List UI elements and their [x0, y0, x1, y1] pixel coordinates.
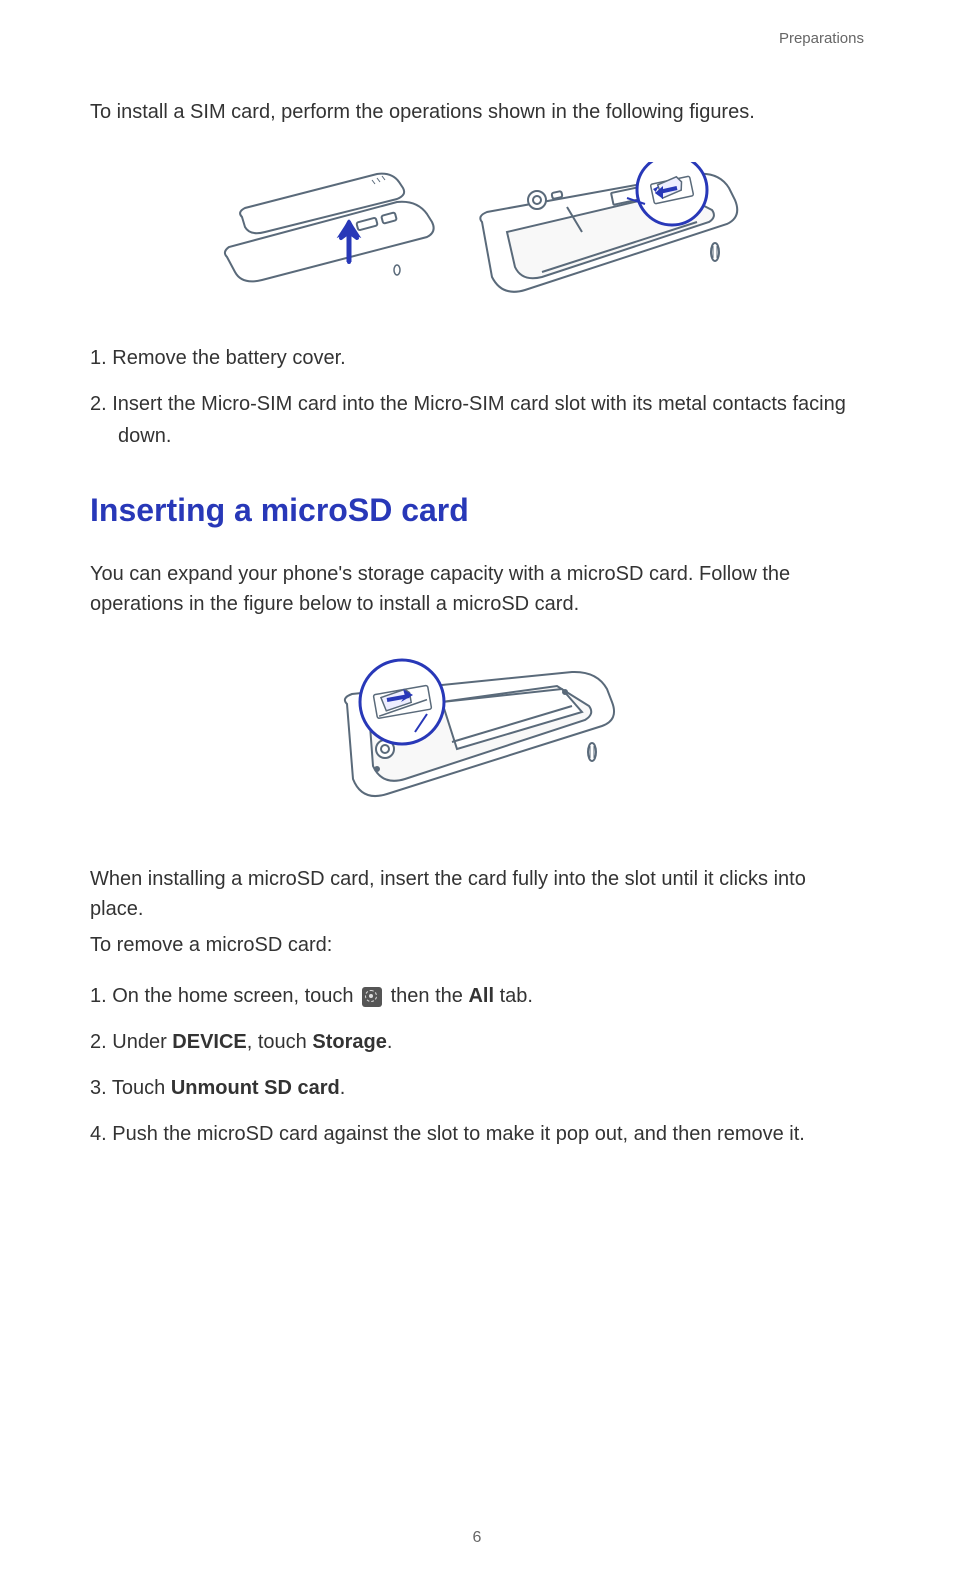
unmount-label: Unmount SD card	[171, 1077, 340, 1099]
header-section-label: Preparations	[90, 30, 864, 47]
microsd-step-1: 1. On the home screen, touch then the Al…	[90, 980, 864, 1012]
storage-label: Storage	[312, 1031, 386, 1053]
sim-steps-list: 1. Remove the battery cover. 2. Insert t…	[90, 342, 864, 452]
microsd-step-2: 2. Under DEVICE, touch Storage.	[90, 1026, 864, 1058]
page-number: 6	[0, 1529, 954, 1547]
device-label: DEVICE	[172, 1031, 246, 1053]
microsd-note-2: To remove a microSD card:	[90, 930, 864, 960]
microsd-figure-svg	[327, 654, 627, 824]
microsd-intro: You can expand your phone's storage capa…	[90, 559, 864, 619]
sim-figure-2	[467, 162, 747, 312]
sim-step-2: 2. Insert the Micro-SIM card into the Mi…	[90, 388, 864, 452]
microsd-heading: Inserting a microSD card	[90, 492, 864, 529]
sim-figure-row	[90, 162, 864, 312]
sim-figure-1	[207, 162, 447, 312]
microsd-step-3: 3. Touch Unmount SD card.	[90, 1072, 864, 1104]
settings-icon	[362, 987, 382, 1007]
microsd-note-1: When installing a microSD card, insert t…	[90, 864, 864, 924]
all-tab-label: All	[468, 985, 494, 1007]
sim-intro-text: To install a SIM card, perform the opera…	[90, 97, 864, 127]
page-container: Preparations To install a SIM card, perf…	[0, 0, 954, 1577]
sim-step-1: 1. Remove the battery cover.	[90, 342, 864, 374]
microsd-step-4: 4. Push the microSD card against the slo…	[90, 1118, 864, 1150]
microsd-figure	[90, 654, 864, 824]
microsd-steps-list: 1. On the home screen, touch then the Al…	[90, 980, 864, 1150]
